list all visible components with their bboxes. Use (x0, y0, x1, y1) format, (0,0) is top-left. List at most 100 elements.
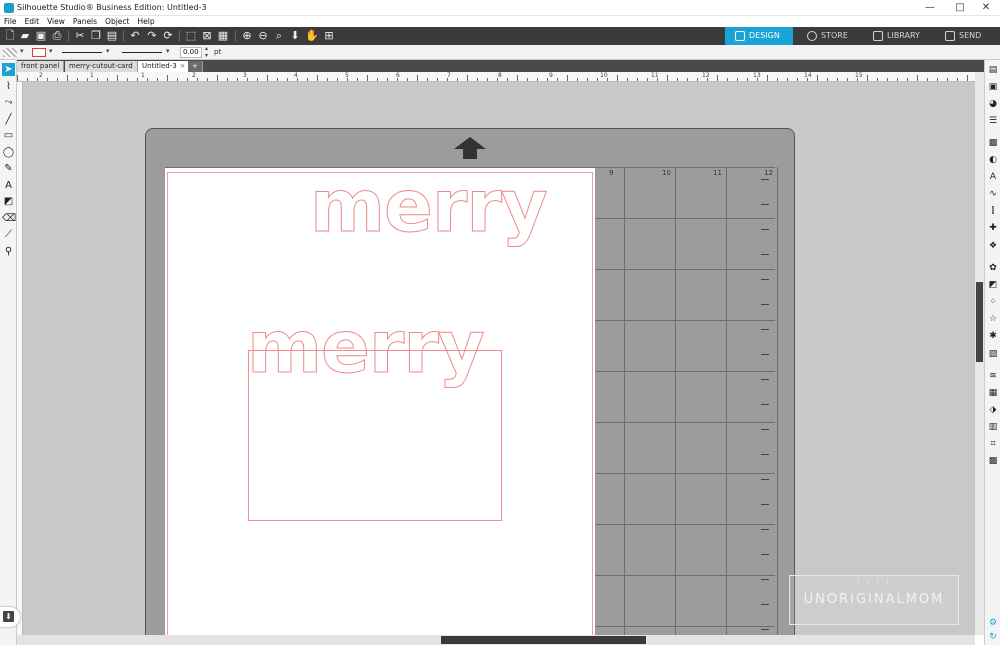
watermark: ⁝ ⁝ ⁝ ⁝ UNORIGINALMOM (789, 575, 959, 625)
map-icon[interactable]: ▥ (987, 421, 999, 433)
minimize-button[interactable]: — (916, 0, 944, 16)
tab-send[interactable]: SEND (935, 27, 1000, 45)
flower-icon[interactable]: ✿ (987, 262, 999, 274)
vertical-scrollbar[interactable] (975, 72, 984, 635)
knife-tool-icon[interactable]: ⟋ (2, 228, 15, 241)
deselect-icon[interactable]: ⊠ (200, 29, 214, 43)
ruler-tick (687, 78, 688, 81)
horizontal-scroll-thumb[interactable] (441, 636, 646, 644)
menu-edit[interactable]: Edit (21, 16, 44, 27)
line-tool-icon[interactable]: ╱ (2, 113, 15, 126)
pan-hand-icon[interactable]: ✋ (305, 29, 319, 43)
undo-icon[interactable]: ↶ (128, 29, 142, 43)
select-arrow-icon[interactable]: ➤ (2, 63, 15, 76)
offset-icon[interactable]: ◩ (987, 279, 999, 291)
ruler-tick (817, 75, 818, 81)
paste-icon[interactable]: ▤ (105, 29, 119, 43)
text-tool-icon[interactable]: A (2, 179, 15, 192)
eyedropper-tool-icon[interactable]: ⚲ (2, 245, 15, 258)
mat-column-number: 9 (609, 169, 614, 177)
ruler-tick (207, 78, 208, 81)
copy-icon[interactable]: ❐ (89, 29, 103, 43)
sketch-icon[interactable]: ≋ (987, 370, 999, 382)
delete-icon[interactable]: ▦ (216, 29, 230, 43)
doc-tab-merry-cutout-card[interactable]: merry-cutout-card (65, 61, 138, 72)
edit-points-icon[interactable]: ⌇ (2, 80, 15, 93)
merry-text-bottom[interactable]: merry (247, 311, 486, 384)
zoom-select-icon[interactable]: ⌕ (272, 29, 286, 43)
font-panel-icon[interactable]: ⌗ (987, 438, 999, 450)
merry-text-top[interactable]: merry (310, 170, 549, 243)
doc-tab-front-panel[interactable]: front panel (17, 61, 65, 72)
chevron-down-icon[interactable]: ▾ (106, 47, 110, 55)
stepper-icon[interactable]: ▴ ▾ (205, 45, 208, 59)
print-icon[interactable]: ⎙ (50, 29, 64, 43)
line-style-icon[interactable]: ☰ (987, 115, 999, 127)
select-all-icon[interactable]: ⬚ (184, 29, 198, 43)
close-tab-icon[interactable]: × (180, 62, 186, 70)
line-color-icon[interactable]: ▩ (987, 137, 999, 149)
new-document-icon[interactable]: 🗋 (3, 29, 17, 43)
pencil-tool-icon[interactable]: ✎ (2, 162, 15, 175)
chevron-down-icon[interactable]: ▾ (49, 47, 53, 55)
menu-object[interactable]: Object (101, 16, 133, 27)
curve-tool-icon[interactable]: ⤳ (2, 96, 15, 109)
replicate-icon[interactable]: ❖ (987, 240, 999, 252)
tab-library[interactable]: LIBRARY (863, 27, 931, 45)
ruler-tick (257, 78, 258, 81)
toolbar-divider (68, 30, 69, 42)
fill-swatch[interactable] (3, 48, 17, 57)
star-icon[interactable]: ☆ (987, 313, 999, 325)
redo-icon[interactable]: ↷ (145, 29, 159, 43)
menu-file[interactable]: File (0, 16, 21, 27)
horizontal-scrollbar[interactable] (17, 635, 975, 645)
nesting-icon[interactable]: ▦ (987, 387, 999, 399)
grid-line-vertical (726, 167, 727, 635)
tab-store[interactable]: STORE (797, 27, 859, 45)
cut-icon[interactable]: ✂ (73, 29, 87, 43)
gradient-icon[interactable]: ◐ (987, 154, 999, 166)
rectangle-tool-icon[interactable]: ▭ (2, 129, 15, 142)
send-panel-icon[interactable]: ▣ (987, 81, 999, 93)
chevron-down-icon[interactable]: ▾ (166, 47, 170, 55)
pixscan-icon[interactable]: ✱ (987, 330, 999, 342)
ruler-tick (237, 78, 238, 81)
library-drawer-button[interactable]: ⬇ (0, 607, 20, 627)
close-button[interactable]: ✕ (972, 0, 1000, 16)
menu-help[interactable]: Help (133, 16, 158, 27)
canvas-area[interactable]: 9 10 11 12 merry merry ⁝ ⁝ ⁝ ⁝ UNORIGINALMO… (23, 82, 975, 635)
zoom-in-icon[interactable]: ⊕ (240, 29, 254, 43)
line-color-swatch[interactable] (32, 48, 46, 57)
menu-panels[interactable]: Panels (69, 16, 101, 27)
fit-to-page-icon[interactable]: ⬇ (288, 29, 302, 43)
align-icon[interactable]: ⫿ (987, 205, 999, 217)
tab-design[interactable]: DESIGN (725, 27, 793, 45)
doc-tab-untitled-3[interactable]: Untitled-3 × (138, 61, 191, 72)
maximize-button[interactable]: □ (946, 0, 974, 16)
ruler-number: 12 (702, 72, 710, 79)
emboss-icon[interactable]: ⬗ (987, 404, 999, 416)
vertical-scroll-thumb[interactable] (976, 282, 983, 362)
menu-view[interactable]: View (43, 16, 69, 27)
fill-color-icon[interactable]: ◕ (987, 98, 999, 110)
rhinestone-icon[interactable]: ⁘ (987, 296, 999, 308)
chevron-down-icon[interactable]: ▾ (20, 47, 24, 55)
text-style-icon[interactable]: A (987, 171, 999, 183)
add-tab-button[interactable]: + (188, 61, 203, 72)
layers-icon[interactable]: ▨ (987, 348, 999, 360)
refresh-icon[interactable]: ↻ (987, 631, 999, 643)
pattern-icon[interactable]: ▩ (987, 455, 999, 467)
trace-icon[interactable]: ∿ (987, 188, 999, 200)
ellipse-tool-icon[interactable]: ◯ (2, 146, 15, 159)
settings-gear-icon[interactable]: ⚙ (987, 617, 999, 629)
fit-window-icon[interactable]: ⊞ (322, 29, 336, 43)
page-setup-icon[interactable]: ▤ (987, 64, 999, 76)
eraser-tool-icon[interactable]: ⌫ (2, 212, 16, 225)
fill-tool-icon[interactable]: ◩ (2, 195, 15, 208)
open-folder-icon[interactable]: ▰ (18, 29, 32, 43)
redraw-icon[interactable]: ⟳ (161, 29, 175, 43)
transform-icon[interactable]: ✚ (987, 222, 999, 234)
zoom-out-icon[interactable]: ⊖ (256, 29, 270, 43)
line-width-input[interactable]: 0.00 (180, 47, 202, 58)
save-icon[interactable]: ▣ (34, 29, 48, 43)
